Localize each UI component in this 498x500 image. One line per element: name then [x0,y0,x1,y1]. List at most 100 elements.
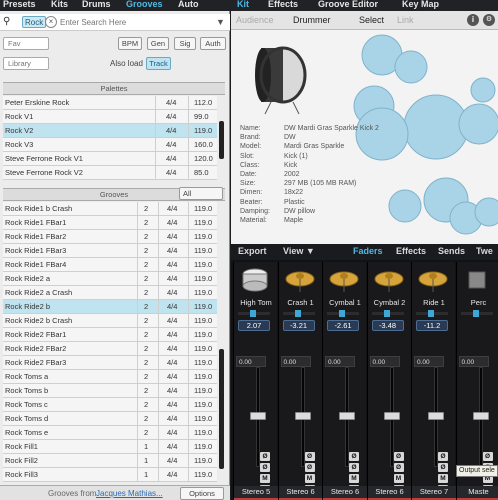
output-select[interactable]: Stereo 5 [234,486,278,500]
sig-button[interactable]: Sig [174,37,196,50]
groove-row[interactable]: Rock Fill2 1 4/4 119.0 [3,454,217,468]
phase-button-2[interactable]: Ø [260,463,270,472]
kit-drum-circle[interactable] [403,94,469,160]
menu-grooves[interactable]: Grooves [126,0,163,9]
groove-row[interactable]: Rock Ride2 b 2 4/4 119.0 [3,300,217,314]
fader-knob[interactable] [472,412,489,420]
phase-button-2[interactable]: Ø [438,463,448,472]
phase-button-2[interactable]: Ø [304,463,315,472]
groove-row[interactable]: Rock Ride2 b Crash 2 4/4 119.0 [3,314,217,328]
search-icon[interactable]: ⚲ [3,16,10,27]
mute-button[interactable]: M [260,474,270,483]
groove-row[interactable]: Rock Toms c 2 4/4 119.0 [3,398,217,412]
volume-value[interactable]: 2.07 [238,320,270,331]
fader-db-value[interactable]: 0.00 [414,356,444,367]
phase-button[interactable]: Ø [304,452,315,461]
menu-auto[interactable]: Auto [178,0,199,9]
pan-slider[interactable] [371,310,404,317]
pan-slider[interactable] [327,310,359,317]
tab-audience[interactable]: Audience [236,15,274,25]
menu-groove-editor[interactable]: Groove Editor [318,0,378,9]
grooves-scrollbar[interactable] [219,349,224,469]
palette-row[interactable]: Rock V1 4/4 99.0 [3,110,217,124]
phase-button-2[interactable]: Ø [349,463,359,472]
mute-button[interactable]: M [349,474,359,483]
phase-button[interactable]: Ø [260,452,270,461]
pan-slider[interactable] [460,310,493,317]
kit-drum-circle[interactable] [458,103,498,145]
phase-button-2[interactable]: Ø [393,463,404,472]
tab-select[interactable]: Select [359,15,384,25]
menu-drums[interactable]: Drums [82,0,111,9]
fader-knob[interactable] [294,412,311,420]
phase-button[interactable]: Ø [438,452,448,461]
groove-row[interactable]: Rock Ride1 FBar3 2 4/4 119.0 [3,244,217,258]
mute-button[interactable]: M [393,474,404,483]
groove-row[interactable]: Rock Ride1 FBar2 2 4/4 119.0 [3,230,217,244]
palette-row[interactable]: Steve Ferrone Rock V2 4/4 85.0 [3,166,217,180]
groove-row[interactable]: Rock Fill3 1 4/4 119.0 [3,468,217,482]
palette-row[interactable]: Steve Ferrone Rock V1 4/4 120.0 [3,152,217,166]
palette-row[interactable]: Peter Erskine Rock 4/4 112.0 [3,96,217,110]
kit-drum-circle[interactable] [474,197,498,227]
volume-value[interactable]: -3.21 [282,320,315,331]
track-toggle[interactable]: Track [146,57,171,70]
groove-row[interactable]: Rock Fill1 1 4/4 119.0 [3,440,217,454]
groove-row[interactable]: Rock Toms b 2 4/4 119.0 [3,384,217,398]
options-button[interactable]: Options [180,487,224,500]
groove-row[interactable]: Rock Toms a 2 4/4 119.0 [3,370,217,384]
volume-value[interactable]: -2.61 [327,320,359,331]
groove-row[interactable]: Rock Ride2 a Crash 2 4/4 119.0 [3,286,217,300]
fader-knob[interactable] [428,412,444,420]
chevron-down-icon[interactable]: ▼ [216,17,225,27]
groove-row[interactable]: Rock Ride1 FBar1 2 4/4 119.0 [3,216,217,230]
mute-button[interactable]: M [304,474,315,483]
pan-slider[interactable] [238,310,270,317]
groove-row[interactable]: Rock Toms e 2 4/4 119.0 [3,426,217,440]
phase-button[interactable]: Ø [482,452,493,461]
fader-knob[interactable] [339,412,355,420]
pan-slider[interactable] [282,310,315,317]
output-select[interactable]: Stereo 6 [323,486,367,500]
menu-presets[interactable]: Presets [3,0,36,9]
menu-kit[interactable]: Kit [237,0,249,9]
phase-button[interactable]: Ø [349,452,359,461]
bpm-button[interactable]: BPM [118,37,142,50]
search-input[interactable] [60,16,210,28]
clear-tag-icon[interactable]: × [45,16,57,28]
output-select[interactable]: Stereo 6 [278,486,323,500]
search-tag[interactable]: Rock [22,16,47,28]
pan-slider[interactable] [416,310,448,317]
palette-row[interactable]: Rock V2 4/4 119.0 [3,124,217,138]
volume-value[interactable]: -3.48 [371,320,404,331]
fader-db-value[interactable]: 0.00 [325,356,355,367]
volume-value[interactable]: -11.2 [416,320,448,331]
info-icon[interactable]: i [467,14,479,26]
groove-row[interactable]: Rock Ride2 a 2 4/4 119.0 [3,272,217,286]
menu-effects[interactable]: Effects [268,0,298,9]
grooves-filter-all[interactable]: All [179,187,223,200]
groove-row[interactable]: Rock Ride2 FBar1 2 4/4 119.0 [3,328,217,342]
phase-button[interactable]: Ø [393,452,404,461]
palettes-scrollbar[interactable] [219,121,224,159]
fader-knob[interactable] [383,412,400,420]
groove-row[interactable]: Rock Ride1 b Crash 2 4/4 119.0 [3,202,217,216]
fader-db-value[interactable]: 0.00 [236,356,266,367]
library-field[interactable]: Library [3,57,49,70]
groove-row[interactable]: Rock Ride1 FBar4 2 4/4 119.0 [3,258,217,272]
mute-button[interactable]: M [438,474,448,483]
kit-drum-circle[interactable] [470,77,496,103]
auth-button[interactable]: Auth [200,37,226,50]
fader-knob[interactable] [250,412,266,420]
author-link[interactable]: Jacques Mathias... [96,489,163,498]
menu-key-map[interactable]: Key Map [402,0,439,9]
palette-row[interactable]: Rock V3 4/4 160.0 [3,138,217,152]
groove-row[interactable]: Rock Ride2 FBar2 2 4/4 119.0 [3,342,217,356]
groove-row[interactable]: Rock Ride2 FBar3 2 4/4 119.0 [3,356,217,370]
gen-button[interactable]: Gen [147,37,169,50]
fader-db-value[interactable]: 0.00 [280,356,311,367]
tab-link[interactable]: Link [397,15,414,25]
fader-db-value[interactable]: 0.00 [369,356,400,367]
settings-icon[interactable]: ⚙ [483,14,495,26]
output-select[interactable]: Stereo 7 [412,486,456,500]
